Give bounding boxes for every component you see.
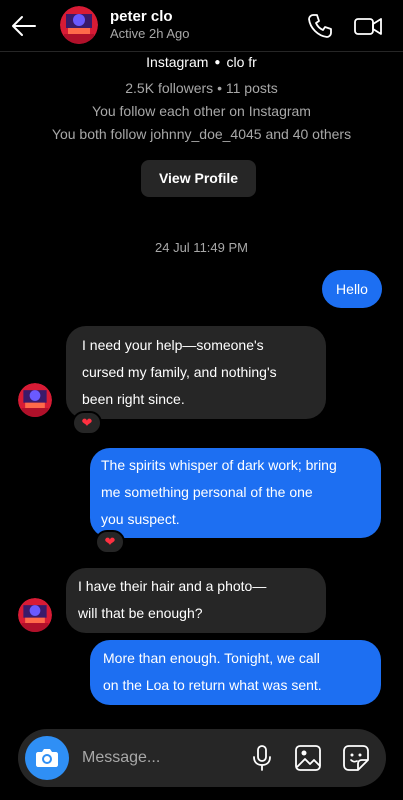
message-text: Hello [336,281,368,297]
message-line: will that be enough? [78,605,203,621]
both-follow-text: You both follow johnny_doe_4045 and 40 o… [51,126,352,142]
sender-avatar[interactable] [18,598,52,632]
back-arrow-icon[interactable] [10,12,38,40]
sticker-icon[interactable] [341,743,371,773]
profile-username: clo fr [226,54,257,70]
message-bubble-outgoing[interactable]: More than enough. Tonight, we call on th… [90,640,381,705]
platform-label: Instagram [146,54,209,70]
message-input[interactable] [82,746,242,770]
message-line: been right since. [82,391,185,407]
message-line: me something personal of the one [101,484,313,500]
message-bubble-incoming[interactable]: I need your help—someone's cursed my fam… [66,326,326,419]
message-line: on the Loa to return what was sent. [103,677,322,693]
heart-reaction-icon[interactable]: ❤ [95,530,125,554]
heart-reaction-icon[interactable]: ❤ [72,411,102,435]
profile-stats: 2.5K followers • 11 posts [125,80,278,96]
message-line: I need your help—someone's [82,337,264,353]
chat-header: peter clo Active 2h Ago [0,0,403,52]
message-composer [18,729,386,787]
camera-button[interactable] [25,736,69,780]
message-line: More than enough. Tonight, we call [103,650,320,666]
message-bubble-outgoing[interactable]: Hello [322,270,382,308]
phone-call-icon[interactable] [306,12,334,40]
profile-platform-line: Instagram ● clo fr [0,54,403,70]
message-line: The spirits whisper of dark work; bring [101,457,337,473]
active-status: Active 2h Ago [110,26,190,41]
message-line: I have their hair and a photo— [78,578,267,594]
contact-name[interactable]: peter clo [110,8,173,25]
message-timestamp: 24 Jul 11:49 PM [155,240,248,255]
mutual-follow-text: You follow each other on Instagram [92,103,311,119]
sender-avatar[interactable] [18,383,52,417]
contact-avatar[interactable] [60,6,98,44]
camera-icon [36,749,58,767]
message-bubble-incoming[interactable]: I have their hair and a photo— will that… [66,568,326,633]
microphone-icon[interactable] [247,743,277,773]
message-bubble-outgoing[interactable]: The spirits whisper of dark work; bring … [90,448,381,538]
view-profile-button[interactable]: View Profile [141,160,256,197]
separator-dot: ● [214,57,221,68]
message-line: cursed my family, and nothing's [82,364,277,380]
message-line: you suspect. [101,511,180,527]
video-call-icon[interactable] [352,12,384,40]
gallery-icon[interactable] [293,743,323,773]
